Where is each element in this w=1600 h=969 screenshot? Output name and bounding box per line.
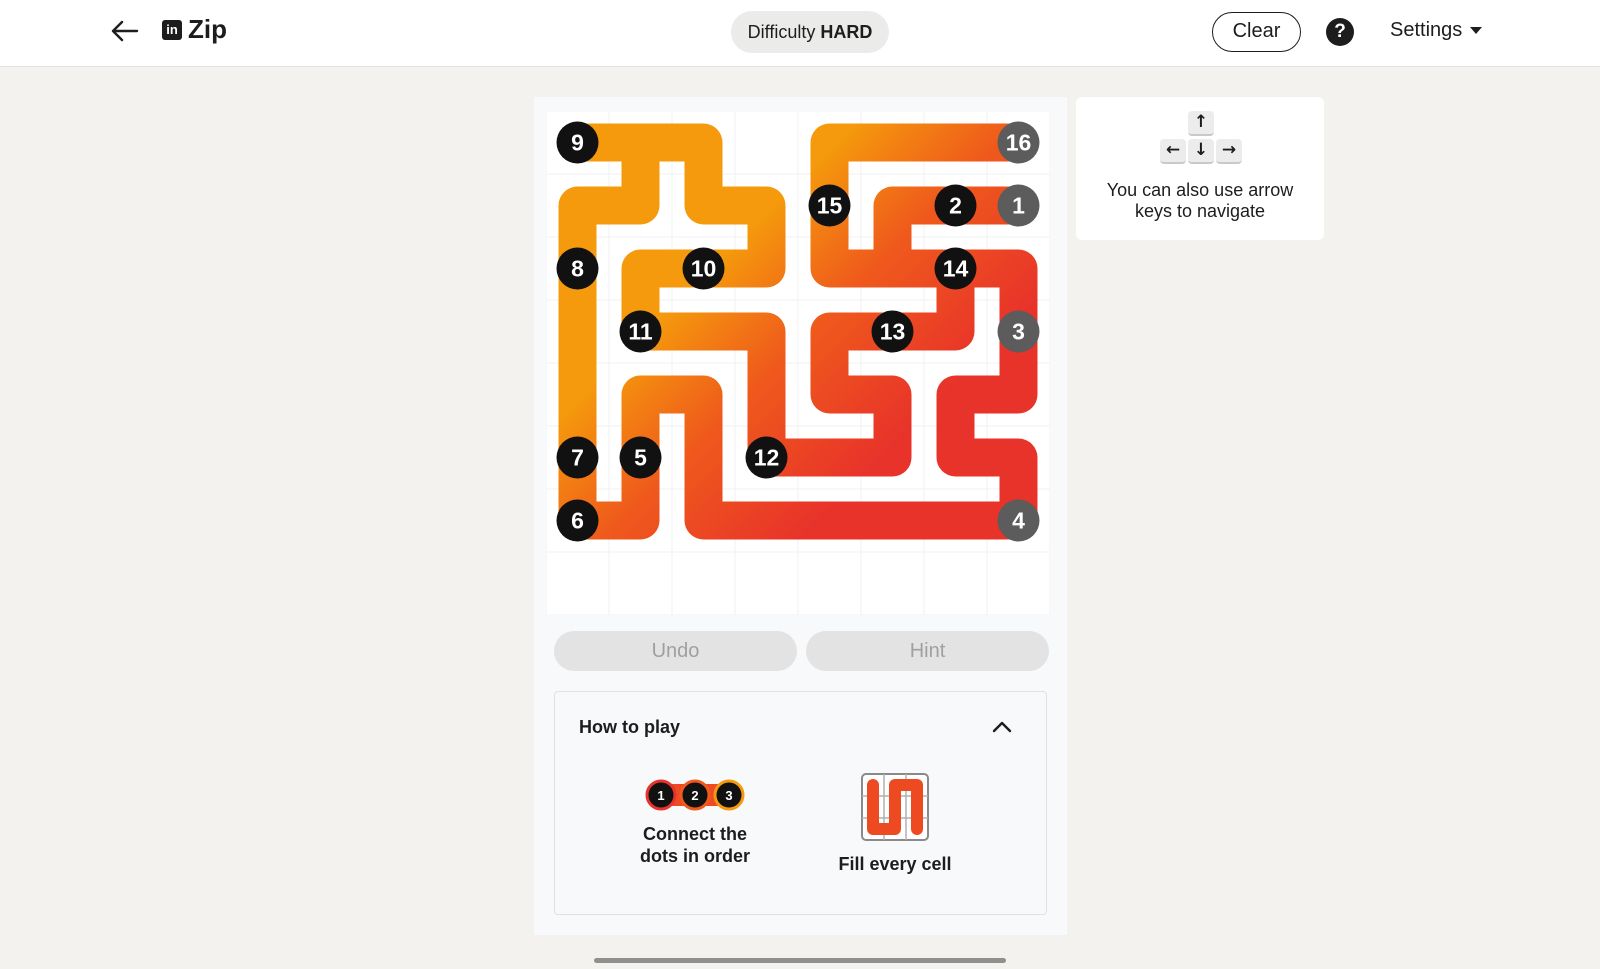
key-down: ↓: [1188, 139, 1214, 164]
dot-number: 12: [754, 445, 780, 471]
number-dot[interactable]: 5: [619, 436, 662, 479]
settings-menu[interactable]: Settings: [1390, 19, 1483, 42]
mini-dot-number: 3: [725, 788, 732, 803]
difficulty-badge: Difficulty HARD: [731, 11, 889, 53]
dot-number: 8: [571, 256, 584, 282]
number-dot[interactable]: 12: [745, 436, 788, 479]
dot-number: 2: [949, 193, 962, 219]
key-up: ↑: [1188, 111, 1214, 136]
number-dot[interactable]: 3: [997, 310, 1040, 353]
dot-number: 1: [1012, 193, 1025, 219]
number-dot[interactable]: 13: [871, 310, 914, 353]
difficulty-label: Difficulty: [747, 22, 816, 42]
mini-dot-number: 1: [657, 788, 664, 803]
dot-number: 14: [943, 256, 969, 282]
number-dot[interactable]: 11: [619, 310, 662, 353]
number-dot[interactable]: 4: [997, 499, 1040, 542]
number-dot[interactable]: 14: [934, 247, 977, 290]
connect-dots-illustration: 1 2 3: [645, 779, 745, 811]
number-dot[interactable]: 1: [997, 184, 1040, 227]
number-dot[interactable]: 16: [997, 121, 1040, 164]
puzzle-board[interactable]: 12345678910111213141516: [546, 111, 1050, 615]
game-title: Zip: [188, 14, 227, 44]
mini-dot-number: 2: [691, 788, 698, 803]
rule-fill-cells: Fill every cell: [825, 772, 965, 875]
number-dot[interactable]: 9: [556, 121, 599, 164]
keyboard-tip-card: ↑ ← ↓ → You can also use arrow keys to n…: [1076, 97, 1324, 240]
number-dot[interactable]: 6: [556, 499, 599, 542]
chevron-up-icon[interactable]: [987, 712, 1017, 742]
rule-connect-line2: dots in order: [639, 846, 750, 866]
dot-number: 6: [571, 508, 584, 534]
dot-number: 15: [817, 193, 843, 219]
key-left: ←: [1160, 139, 1186, 164]
back-arrow-icon[interactable]: [108, 14, 142, 48]
fill-grid-illustration: [861, 773, 929, 841]
rule-connect-dots: 1 2 3 Connect the dots in order: [625, 778, 765, 867]
dot-number: 7: [571, 445, 584, 471]
number-dot[interactable]: 7: [556, 436, 599, 479]
dot-number: 13: [880, 319, 906, 345]
settings-label: Settings: [1390, 19, 1463, 41]
hint-button[interactable]: Hint: [806, 631, 1049, 671]
arrow-keys-icon: ↑ ← ↓ →: [1158, 111, 1244, 167]
dot-number: 16: [1006, 130, 1032, 156]
top-bar: in Zip Difficulty HARD Clear ? Settings: [0, 0, 1600, 67]
number-dot[interactable]: 15: [808, 184, 851, 227]
keyboard-tip-text: You can also use arrow keys to navigate: [1106, 180, 1294, 221]
help-icon[interactable]: ?: [1326, 18, 1354, 46]
dot-number: 10: [691, 256, 717, 282]
dot-number: 5: [634, 445, 647, 471]
difficulty-value: HARD: [820, 22, 873, 42]
scrollbar[interactable]: [594, 958, 1006, 963]
clear-button[interactable]: Clear: [1212, 12, 1301, 52]
dot-number: 4: [1012, 508, 1025, 534]
number-dot[interactable]: 10: [682, 247, 725, 290]
number-dot[interactable]: 8: [556, 247, 599, 290]
number-dot[interactable]: 2: [934, 184, 977, 227]
dot-number: 3: [1012, 319, 1025, 345]
how-to-play-title: How to play: [579, 717, 681, 737]
linkedin-logo-icon: in: [162, 20, 182, 40]
dot-number: 11: [628, 319, 653, 345]
rule-connect-line1: Connect the: [642, 824, 747, 844]
dot-number: 9: [571, 130, 584, 156]
caret-down-icon: [1470, 27, 1483, 35]
key-right: →: [1216, 139, 1242, 164]
rule-fill-label: Fill every cell: [838, 854, 952, 874]
how-to-play-panel: How to play 1 2 3 Connect the dots in orde…: [554, 691, 1047, 915]
undo-button[interactable]: Undo: [554, 631, 797, 671]
